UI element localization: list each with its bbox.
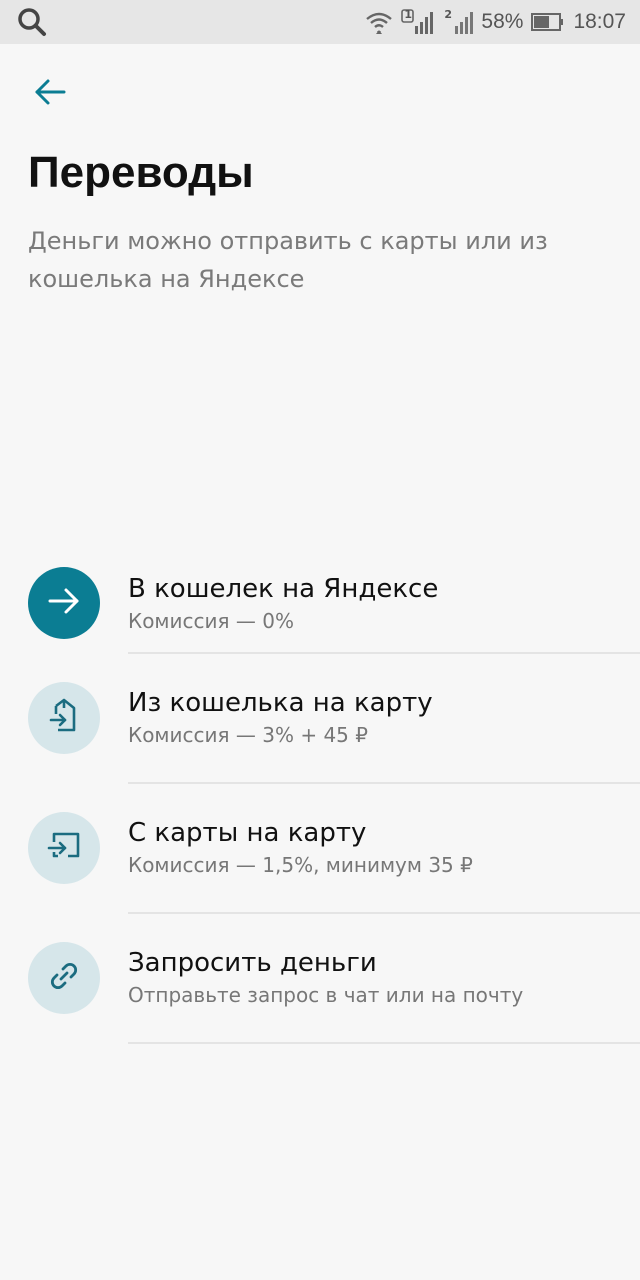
battery-icon	[531, 8, 565, 36]
option-title: В кошелек на Яндексе	[128, 574, 439, 604]
arrow-right-icon	[46, 586, 82, 620]
battery-percent: 58%	[481, 10, 524, 33]
link-icon	[46, 958, 82, 998]
option-title: Запросить деньги	[128, 948, 377, 978]
divider	[128, 1042, 640, 1044]
search-icon[interactable]	[16, 6, 48, 38]
option-subtitle: Комиссия — 3% + 45 ₽	[128, 723, 368, 747]
sim1-label: 1	[404, 8, 413, 21]
card-to-card-icon	[44, 826, 84, 870]
option-title: Из кошелька на карту	[128, 688, 433, 718]
option-card-to-card[interactable]: С карты на карту Комиссия — 1,5%, миниму…	[0, 784, 640, 914]
page-title: Переводы	[28, 148, 254, 197]
wallet-to-card-icon	[44, 696, 84, 740]
option-to-yandex-wallet[interactable]: В кошелек на Яндексе Комиссия — 0%	[0, 556, 640, 654]
option-subtitle: Комиссия — 0%	[128, 609, 294, 633]
option-subtitle: Комиссия — 1,5%, минимум 35 ₽	[128, 853, 473, 877]
wifi-icon	[365, 8, 393, 36]
option-subtitle: Отправьте запрос в чат или на почту	[128, 983, 524, 1007]
sim1-signal-icon: 1	[401, 8, 434, 36]
option-icon-circle	[28, 942, 100, 1014]
clock: 18:07	[573, 10, 626, 33]
back-button[interactable]	[26, 72, 74, 116]
option-wallet-to-card[interactable]: Из кошелька на карту Комиссия — 3% + 45 …	[0, 654, 640, 784]
status-bar: 1 2 58% 18:07	[0, 0, 640, 44]
arrow-left-icon	[33, 77, 67, 111]
transfer-options-list: В кошелек на Яндексе Комиссия — 0% Из ко…	[0, 556, 640, 1044]
option-icon-circle	[28, 812, 100, 884]
status-indicators: 1 2 58% 18:07	[365, 0, 626, 44]
option-icon-circle	[28, 682, 100, 754]
sim2-label: 2	[444, 8, 453, 21]
option-title: С карты на карту	[128, 818, 367, 848]
option-request-money[interactable]: Запросить деньги Отправьте запрос в чат …	[0, 914, 640, 1044]
sim2-signal-icon: 2	[441, 8, 474, 36]
option-icon-circle	[28, 567, 100, 639]
page-subtitle: Деньги можно отправить с карты или из ко…	[28, 227, 548, 293]
